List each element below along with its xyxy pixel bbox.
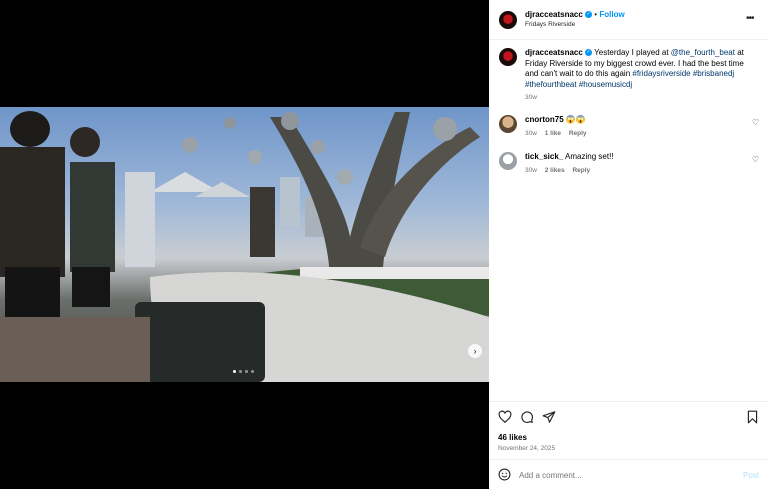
bookmark-icon[interactable] xyxy=(746,410,759,424)
verified-badge-icon: ✓ xyxy=(585,11,593,19)
comment-composer: Post xyxy=(489,459,768,489)
heart-icon[interactable] xyxy=(498,410,512,424)
heart-icon[interactable]: ♡ xyxy=(752,118,759,127)
likes-count[interactable]: 46 likes xyxy=(498,433,527,442)
carousel-dot xyxy=(239,370,242,373)
comment-input[interactable] xyxy=(519,468,719,482)
heart-icon[interactable]: ♡ xyxy=(752,155,759,164)
caption-username[interactable]: djracceatsnacc xyxy=(525,48,583,57)
comment-username[interactable]: cnorton75 xyxy=(525,115,564,124)
carousel-dot xyxy=(233,370,236,373)
commenter-avatar[interactable] xyxy=(499,152,517,170)
comment-time[interactable]: 30w xyxy=(525,167,537,174)
caption-time[interactable]: 30w xyxy=(525,94,537,101)
comment-time[interactable]: 30w xyxy=(525,130,537,137)
comment-likes[interactable]: 1 like xyxy=(545,130,561,137)
emoji-icon[interactable] xyxy=(498,468,511,481)
caption-avatar[interactable] xyxy=(499,48,517,66)
post-header: djracceatsnacc ✓ • Follow Fridays Rivers… xyxy=(489,0,768,40)
comment-username[interactable]: tick_sick_ xyxy=(525,152,563,161)
comment-likes[interactable]: 2 likes xyxy=(545,167,565,174)
separator: • xyxy=(594,10,598,19)
author-avatar[interactable] xyxy=(499,11,517,29)
author-username[interactable]: djracceatsnacc xyxy=(525,10,583,19)
carousel-dot xyxy=(251,370,254,373)
verified-badge-icon: ✓ xyxy=(585,49,593,57)
follow-button[interactable]: Follow xyxy=(599,10,624,19)
share-icon[interactable] xyxy=(542,410,556,424)
post-comment-button[interactable]: Post xyxy=(743,471,759,480)
comment-text: 😱😱 xyxy=(565,115,586,124)
chevron-right-icon: › xyxy=(473,346,477,356)
comment-text: Amazing set!! xyxy=(565,152,614,161)
comment-icon[interactable] xyxy=(520,410,534,424)
commenter-avatar[interactable] xyxy=(499,115,517,133)
post-photo[interactable]: › xyxy=(0,107,489,382)
post-location[interactable]: Fridays Riverside xyxy=(525,21,575,28)
post-media: › xyxy=(0,0,489,489)
caption-mention-link[interactable]: @the_fourth_beat xyxy=(671,48,735,57)
post-side-panel: djracceatsnacc ✓ • Follow Fridays Rivers… xyxy=(489,0,768,489)
party-scene-image xyxy=(0,111,489,382)
reply-button[interactable]: Reply xyxy=(569,130,587,137)
reply-button[interactable]: Reply xyxy=(572,167,590,174)
carousel-dot xyxy=(245,370,248,373)
caption-text: djracceatsnacc ✓ Yesterday I played at @… xyxy=(525,48,745,90)
caption-body-1: Yesterday I played at xyxy=(594,48,671,57)
more-options-icon[interactable]: ••• xyxy=(746,13,754,24)
next-slide-button[interactable]: › xyxy=(468,344,482,358)
post-date[interactable]: November 24, 2025 xyxy=(498,445,555,452)
carousel-indicator xyxy=(233,370,254,373)
